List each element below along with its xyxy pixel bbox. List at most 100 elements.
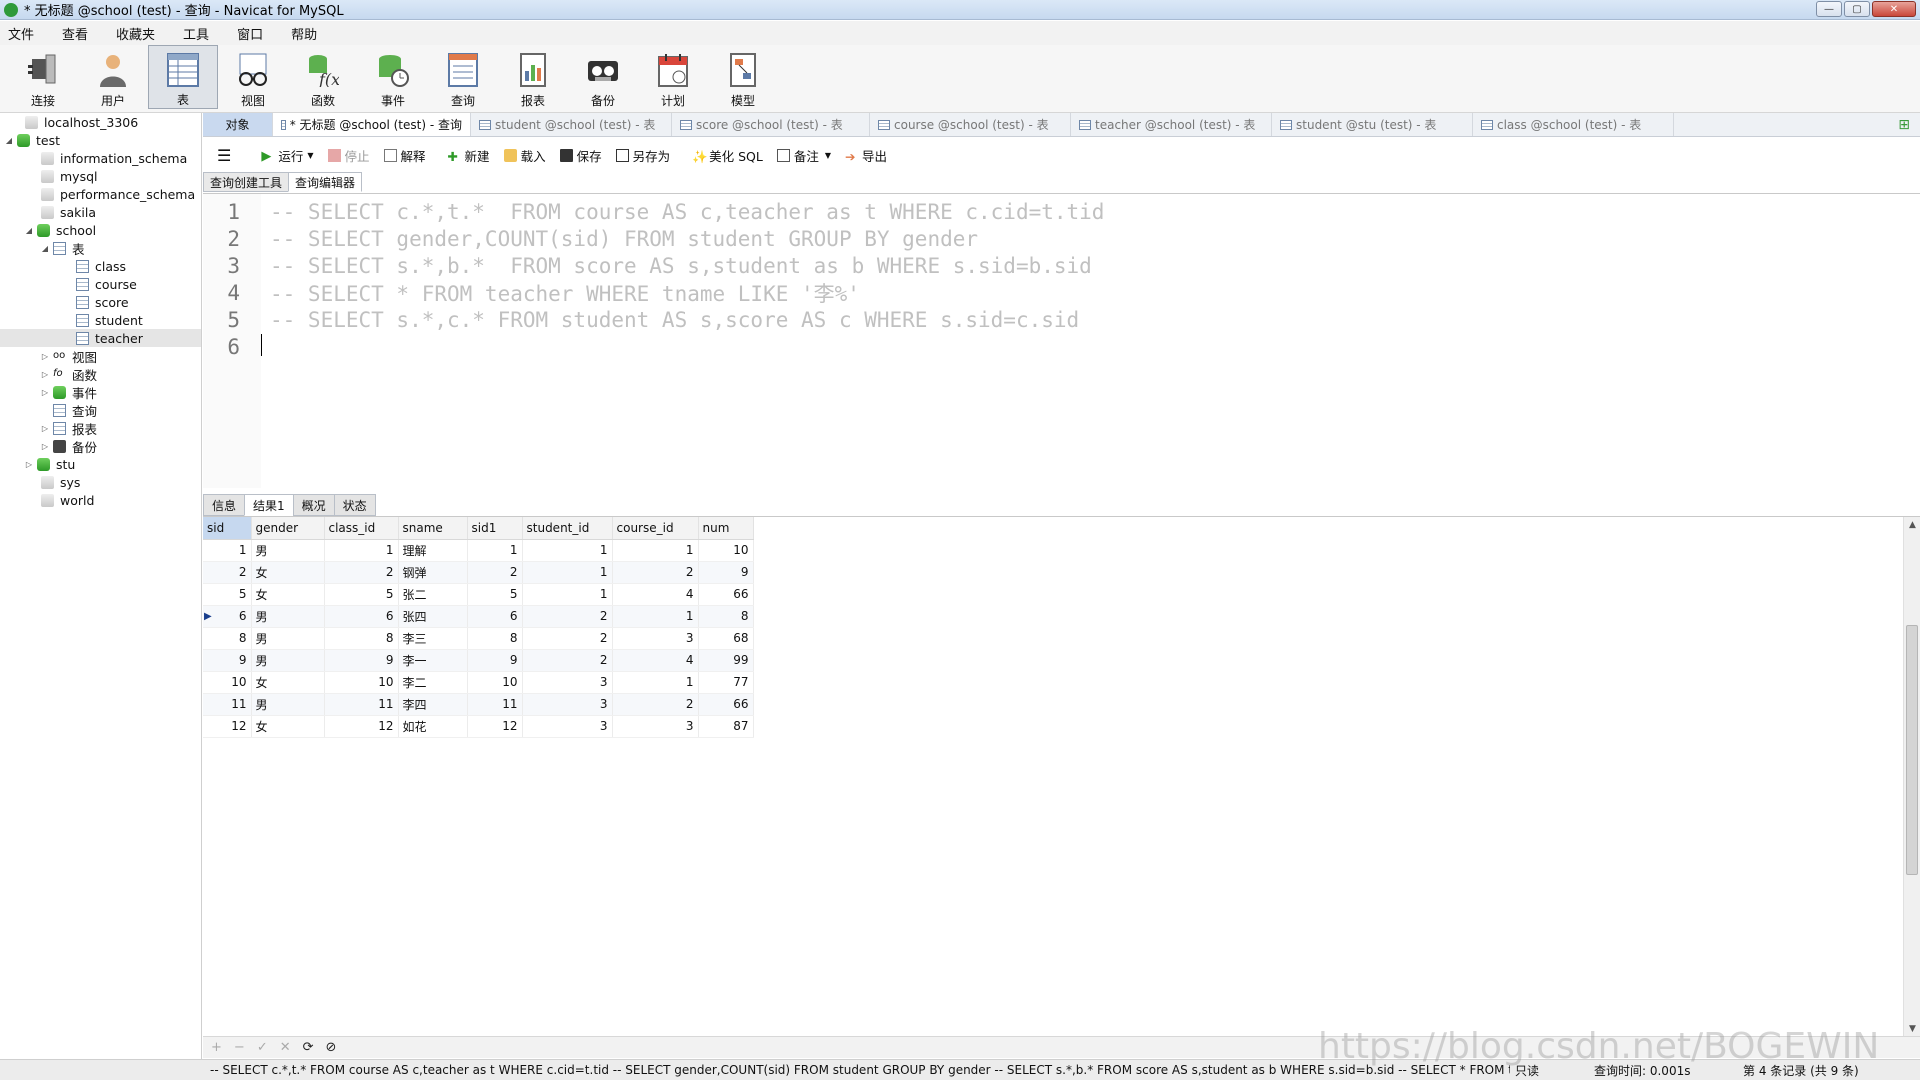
table-cell[interactable]: 女	[251, 671, 325, 694]
add-row-button[interactable]: +	[211, 1040, 222, 1055]
table-cell[interactable]: 8	[698, 605, 754, 628]
table-cell[interactable]: 5	[203, 583, 252, 606]
column-header-class-id[interactable]: class_id	[324, 517, 399, 540]
toolbar-query-button[interactable]: 查询	[428, 45, 498, 109]
toolbar-model-button[interactable]: 模型	[708, 45, 778, 109]
vertical-scrollbar[interactable]: ▲ ▼	[1903, 517, 1920, 1037]
export-button[interactable]: ➔ 导出	[845, 146, 887, 165]
toolbar-event-button[interactable]: 事件	[358, 45, 428, 109]
tree-table-class[interactable]: class	[0, 257, 201, 275]
table-cell[interactable]: 1	[522, 539, 613, 562]
table-cell[interactable]: 男	[251, 627, 325, 650]
table-row[interactable]: 12 女 12 如花 12 3 3 87	[203, 715, 754, 738]
table-cell[interactable]: 2	[612, 693, 699, 716]
tree-db-information-schema[interactable]: information_schema	[0, 149, 201, 167]
table-row[interactable]: 11 男 11 李四 11 3 2 66	[203, 693, 754, 716]
table-cell[interactable]: 10	[203, 671, 252, 694]
table-cell[interactable]: 6	[467, 605, 523, 628]
table-cell[interactable]: 77	[698, 671, 754, 694]
table-cell[interactable]: 2	[612, 561, 699, 584]
tab-course-school[interactable]: course @school (test) - 表	[870, 113, 1071, 136]
table-cell[interactable]: 女	[251, 583, 325, 606]
table-cell[interactable]: 99	[698, 649, 754, 672]
table-cell[interactable]: 10	[467, 671, 523, 694]
tab-student-stu[interactable]: student @stu (test) - 表	[1272, 113, 1473, 136]
minimize-button[interactable]: —	[1816, 1, 1842, 17]
maximize-button[interactable]: ▢	[1844, 1, 1870, 17]
table-cell[interactable]: 66	[698, 693, 754, 716]
comment-button[interactable]: 备注 ▼	[776, 146, 831, 165]
tree-db-stu[interactable]: ▷ stu	[0, 455, 201, 473]
beautify-sql-button[interactable]: ✨ 美化 SQL	[692, 146, 763, 165]
toolbar-schedule-button[interactable]: 计划	[638, 45, 708, 109]
table-cell[interactable]: 87	[698, 715, 754, 738]
table-row[interactable]: 1 男 1 理解 1 1 1 10	[203, 539, 754, 562]
toolbar-function-button[interactable]: f(x) 函数	[288, 45, 358, 109]
tab-query-untitled[interactable]: * 无标题 @school (test) - 查询	[273, 113, 471, 136]
stop-button[interactable]: 停止	[327, 146, 370, 165]
expand-arrow-icon[interactable]: ▷	[40, 370, 50, 379]
column-header-num[interactable]: num	[698, 517, 754, 540]
menu-tools[interactable]: 工具	[183, 24, 209, 43]
tab-objects[interactable]: 对象	[203, 113, 273, 136]
table-cell[interactable]: 男	[251, 605, 325, 628]
expand-arrow-icon[interactable]: ▷	[40, 388, 50, 397]
collapse-arrow-icon[interactable]: ◢	[40, 244, 50, 253]
table-cell[interactable]: 6	[324, 605, 399, 628]
table-cell[interactable]: 11	[324, 693, 399, 716]
tab-profile[interactable]: 概况	[292, 494, 335, 516]
table-cell[interactable]: 8	[467, 627, 523, 650]
column-header-sname[interactable]: sname	[398, 517, 468, 540]
tab-result-1[interactable]: 结果1	[244, 494, 294, 516]
table-cell[interactable]: 11	[203, 693, 252, 716]
table-cell[interactable]: 钢弹	[398, 561, 468, 584]
table-cell[interactable]: 10	[324, 671, 399, 694]
tab-class-school[interactable]: class @school (test) - 表	[1473, 113, 1674, 136]
expand-arrow-icon[interactable]: ▷	[40, 442, 50, 451]
table-cell[interactable]: 2	[203, 561, 252, 584]
toolbar-backup-button[interactable]: 备份	[568, 45, 638, 109]
explain-button[interactable]: 解释	[383, 146, 426, 165]
table-row[interactable]: 9 男 9 李一 9 2 4 99	[203, 649, 754, 672]
tree-functions-node[interactable]: ▷ fo 函数	[0, 365, 201, 383]
table-row[interactable]: 5 女 5 张二 5 1 4 66	[203, 583, 754, 606]
table-cell[interactable]: 2	[522, 627, 613, 650]
table-cell[interactable]: 9	[203, 649, 252, 672]
expand-arrow-icon[interactable]: ▷	[40, 352, 50, 361]
column-header-gender[interactable]: gender	[251, 517, 325, 540]
table-cell[interactable]: 3	[612, 715, 699, 738]
tree-table-score[interactable]: score	[0, 293, 201, 311]
tab-info[interactable]: 信息	[203, 494, 246, 516]
delete-row-button[interactable]: −	[234, 1040, 245, 1055]
tab-query-editor[interactable]: 查询编辑器	[288, 172, 363, 192]
table-cell[interactable]: 李三	[398, 627, 468, 650]
tree-connection-localhost[interactable]: localhost_3306	[0, 113, 201, 131]
tree-table-course[interactable]: course	[0, 275, 201, 293]
table-cell[interactable]: 12	[203, 715, 252, 738]
tree-tables-node[interactable]: ◢ 表	[0, 239, 201, 257]
tree-table-teacher[interactable]: teacher	[0, 329, 201, 347]
tab-query-builder[interactable]: 查询创建工具	[203, 172, 290, 192]
table-cell[interactable]: 3	[522, 693, 613, 716]
table-cell[interactable]: 11	[467, 693, 523, 716]
tree-db-school[interactable]: ◢ school	[0, 221, 201, 239]
discard-changes-button[interactable]: ✕	[280, 1040, 291, 1055]
expand-arrow-icon[interactable]: ▷	[40, 424, 50, 433]
load-button[interactable]: 载入	[503, 146, 546, 165]
table-cell[interactable]: 3	[522, 671, 613, 694]
table-cell[interactable]: 2	[324, 561, 399, 584]
table-cell[interactable]: 男	[251, 539, 325, 562]
tree-db-mysql[interactable]: mysql	[0, 167, 201, 185]
refresh-button[interactable]: ⟳	[303, 1040, 314, 1055]
table-cell[interactable]: 男	[251, 649, 325, 672]
table-cell[interactable]: 8	[203, 627, 252, 650]
table-cell[interactable]: 12	[324, 715, 399, 738]
table-row[interactable]: 8 男 8 李三 8 2 3 68	[203, 627, 754, 650]
table-cell[interactable]: 1	[522, 561, 613, 584]
tab-status[interactable]: 状态	[333, 494, 376, 516]
table-cell[interactable]: 1	[324, 539, 399, 562]
toolbar-connection-button[interactable]: 连接	[8, 45, 78, 109]
table-cell[interactable]: 8	[324, 627, 399, 650]
table-cell[interactable]: 如花	[398, 715, 468, 738]
tree-events-node[interactable]: ▷ 事件	[0, 383, 201, 401]
